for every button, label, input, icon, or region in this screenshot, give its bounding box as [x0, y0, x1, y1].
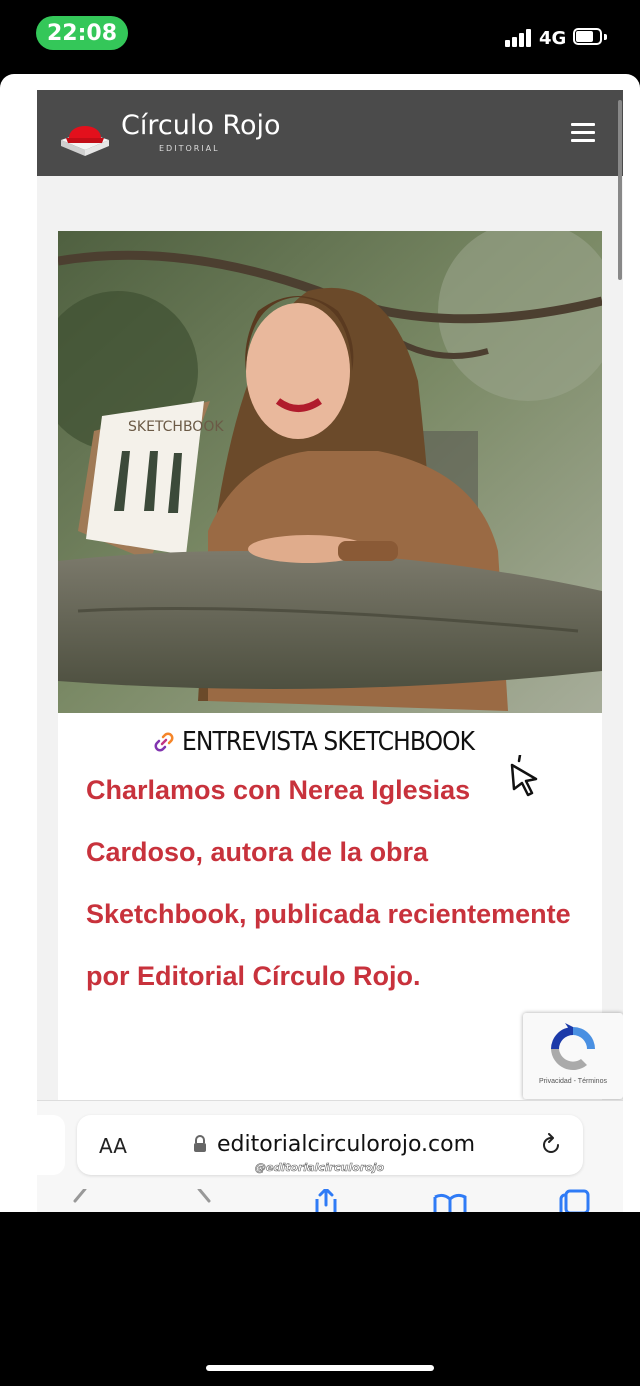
home-indicator[interactable]	[206, 1365, 434, 1371]
address-bar[interactable]: AA editorialcirculorojo.com @editorialci…	[77, 1115, 583, 1175]
bookmarks-icon[interactable]	[433, 1189, 467, 1212]
signal-icon	[505, 29, 535, 47]
status-bar: 22:08 4G	[0, 0, 640, 72]
tabs-icon[interactable]	[557, 1189, 591, 1212]
browser-toolbar: AA editorialcirculorojo.com @editorialci…	[37, 1100, 623, 1212]
share-icon[interactable]	[309, 1189, 343, 1212]
previous-tab-pill[interactable]	[37, 1115, 65, 1175]
battery-icon	[573, 28, 609, 48]
watermark-handle: @editorialcirculorojo	[255, 1161, 385, 1175]
reload-icon[interactable]	[539, 1133, 563, 1157]
web-page[interactable]: Círculo Rojo EDITORIAL SKETCHBOOK ENTREV…	[37, 90, 623, 1212]
promo-heading[interactable]: ENTREVISTA SKETCHBOOK	[152, 727, 507, 757]
article-text: Charlamos con Nerea Iglesias Cardoso, au…	[86, 775, 571, 991]
recaptcha-links[interactable]: Privacidad - Términos	[523, 1078, 623, 1085]
link-icon	[154, 732, 174, 752]
hamburger-icon[interactable]	[571, 123, 595, 143]
promo-title: ENTREVISTA SKETCHBOOK	[182, 727, 475, 757]
recaptcha-icon	[551, 1023, 595, 1071]
brand-name[interactable]: Círculo Rojo	[121, 110, 281, 141]
forward-arrow-icon[interactable]	[187, 1189, 221, 1212]
site-header: Círculo Rojo EDITORIAL	[37, 90, 623, 176]
circulo-rojo-logo-icon[interactable]	[57, 110, 113, 158]
network-label: 4G	[539, 28, 567, 49]
lock-icon	[194, 1135, 206, 1152]
svg-text:SKETCHBOOK: SKETCHBOOK	[128, 419, 224, 435]
reader-options-button[interactable]: AA	[99, 1134, 127, 1158]
back-arrow-icon[interactable]	[65, 1189, 99, 1212]
browser-window: Círculo Rojo EDITORIAL SKETCHBOOK ENTREV…	[0, 74, 640, 1212]
url-text[interactable]: editorialcirculorojo.com	[217, 1132, 475, 1157]
scrollbar[interactable]	[618, 100, 622, 280]
article-card: ENTREVISTA SKETCHBOOK Charlamos con Nere…	[58, 713, 602, 1103]
recaptcha-badge[interactable]: Privacidad - Términos	[523, 1013, 623, 1099]
brand-subtitle: EDITORIAL	[159, 144, 220, 153]
author-photo: SKETCHBOOK	[58, 231, 602, 713]
status-time: 22:08	[36, 16, 128, 50]
